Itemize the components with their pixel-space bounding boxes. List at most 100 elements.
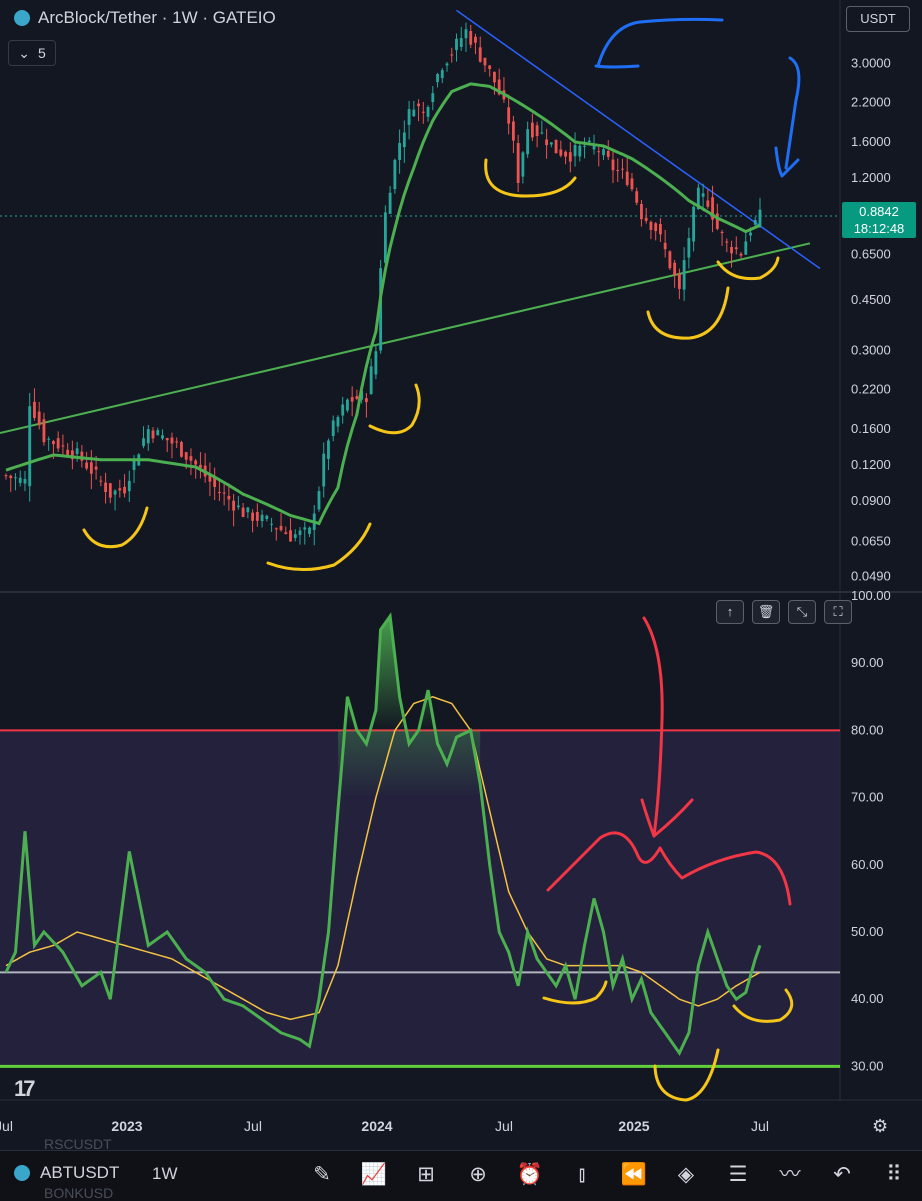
trend-compare-icon[interactable]: 〰 [764,1159,816,1191]
candle-body [507,107,511,124]
candle-body [194,460,198,465]
candle-body [355,396,359,399]
timeframe-button[interactable]: 1W [152,1164,178,1184]
chevron-down-icon: ⌄ [18,44,30,61]
candle-body [289,530,292,542]
candle-body [554,139,558,154]
bottom-toolbar: ABTUSDT 1W ✎ 📈 ⊞ ⊕ ⏰ ⫾ ⏪ ◈ ☰ 〰 ↶ ⠿ BONKU… [0,1150,922,1201]
candle-body [549,142,553,145]
settings-sliders-icon[interactable]: ☰ [712,1159,764,1191]
candle-body [327,440,330,459]
candle-body [630,178,634,190]
symbol-button[interactable]: ABTUSDT [14,1163,119,1183]
candle-body [739,253,743,256]
candle-body [298,530,302,535]
candle-body [445,63,449,66]
candle-body [189,456,193,461]
candle-body [89,462,93,474]
replay-icon[interactable]: ⏪ [608,1159,660,1191]
candle-body [611,159,615,171]
indicator-count: 5 [37,45,46,61]
candle-body [521,152,525,177]
candle-body [640,203,643,220]
candle-body [511,121,515,141]
pane-tools: ↑ 🗑 ⤡ ⛶ [716,600,852,624]
candle-body [573,144,577,157]
candle-body [52,441,55,445]
price-tick-label: 0.6500 [851,246,891,261]
candle-body [274,528,278,530]
price-tick-label: 0.1600 [851,421,891,436]
more-icon[interactable]: ⠿ [868,1159,920,1191]
candle-body [317,491,321,510]
collapse-indicators-button[interactable]: ⌄ 5 [8,40,56,66]
candle-body [455,38,458,51]
candle-body [426,107,430,117]
alert-clock-icon[interactable]: ⏰ [504,1159,556,1191]
candle-body [279,525,283,531]
candle-body [232,500,236,511]
candle-body [303,527,307,530]
candle-body [421,111,425,113]
candle-body [23,479,27,484]
candle-body [108,483,112,498]
candle-body [61,445,65,447]
candle-body [151,430,155,439]
candle-body [493,71,496,83]
draw-pen-icon[interactable]: ✎ [296,1159,348,1191]
delete-pane-icon[interactable]: 🗑 [752,600,780,624]
candle-body [758,209,762,227]
chart-title: ArcBlock/Tether · 1W · GATEIO [38,8,276,27]
candle-body [14,477,17,479]
candle-body [99,480,103,482]
gear-icon[interactable]: ⚙ [872,1116,888,1137]
candle-body [526,129,530,155]
candle-body [706,200,710,207]
time-axis-label: 2023 [111,1118,142,1134]
ghost-symbol-bottom: BONKUSD [44,1185,114,1201]
grid-layout-icon[interactable]: ⊞ [400,1159,452,1191]
candle-body [383,212,387,263]
candle-body [483,57,487,66]
candle-body [284,532,288,534]
candle-body [587,140,591,143]
candle-body [184,452,188,460]
candle-body [602,149,605,156]
candle-body [217,491,221,493]
maximize-pane-icon[interactable]: ⛶ [824,600,852,624]
rsi-tick-label: 60.00 [851,857,884,872]
move-pane-up-icon[interactable]: ↑ [716,600,744,624]
collapse-pane-icon[interactable]: ⤡ [788,600,816,624]
candle-body [734,247,738,250]
price-tick-label: 0.0650 [851,533,891,548]
candle-body [364,398,368,403]
currency-selector[interactable]: USDT [846,6,910,32]
layers-icon[interactable]: ◈ [660,1159,712,1191]
candle-body [545,139,549,146]
add-plus-icon[interactable]: ⊕ [452,1159,504,1191]
chart-header: ArcBlock/Tether · 1W · GATEIO [14,8,276,28]
price-rsi-chart[interactable]: 3.0000 2.2000 1.6000 1.2000 0.6500 0.4500 0.30… [0,0,922,1150]
annotation-blue-arrow-head [594,64,640,69]
candle-body [161,435,164,439]
undo-icon[interactable]: ↶ [816,1159,868,1191]
candle-body [753,220,757,225]
candle-type-icon[interactable]: ⫾ [556,1159,608,1191]
candle-body [374,351,378,375]
indicators-icon[interactable]: 📈 [348,1159,400,1191]
rsi-tick-label: 50.00 [851,924,884,939]
price-tick-label: 1.2000 [851,170,891,185]
candle-body [308,527,311,534]
candle-body [346,399,349,411]
candle-body [37,411,41,426]
candle-body [246,507,250,513]
candle-body [559,149,563,156]
candle-body [33,401,36,418]
candle-body [170,437,174,444]
candle-body [621,168,624,170]
price-tick-label: 0.1200 [851,457,891,472]
candle-body [744,241,748,255]
candle-body [692,206,696,242]
candle-body [118,488,122,491]
candle-body [322,453,326,487]
